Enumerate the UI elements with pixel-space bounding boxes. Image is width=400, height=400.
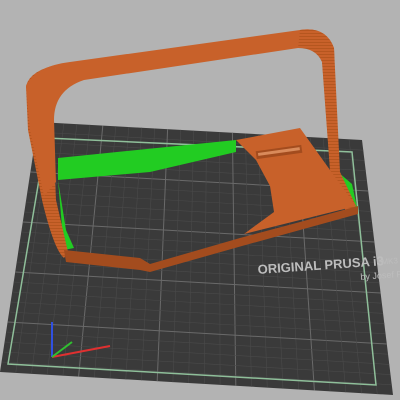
3d-viewport[interactable]: ORIGINAL PRUSA i3 MK3 by Josef Prusa	[0, 0, 400, 400]
bed-label-model: MK3	[381, 256, 399, 266]
scene-canvas[interactable]: ORIGINAL PRUSA i3 MK3 by Josef Prusa	[0, 0, 400, 400]
